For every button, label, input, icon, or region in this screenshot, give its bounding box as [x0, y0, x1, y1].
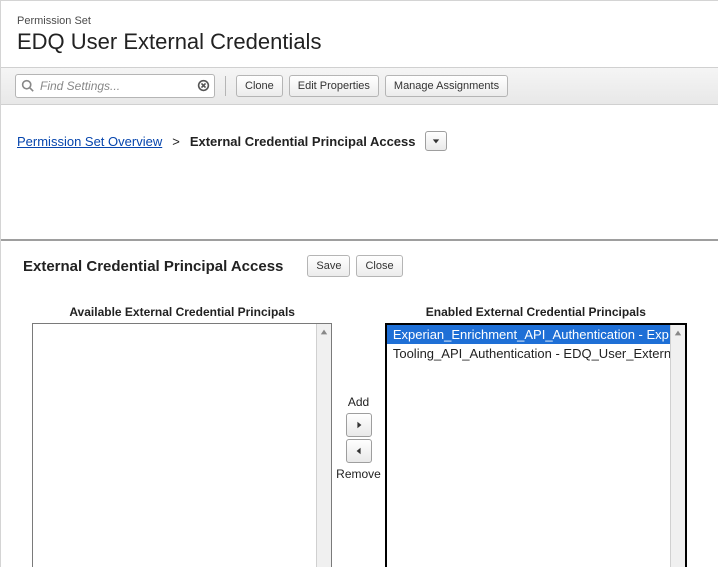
clone-button[interactable]: Clone — [236, 75, 283, 97]
remove-button[interactable] — [346, 439, 372, 463]
panel: External Credential Principal Access Sav… — [1, 239, 718, 567]
available-label: Available External Credential Principals — [69, 305, 295, 319]
breadcrumb: Permission Set Overview > External Crede… — [1, 105, 718, 161]
scrollbar[interactable] — [316, 324, 331, 567]
add-label: Add — [348, 395, 369, 409]
page-title: EDQ User External Credentials — [17, 29, 702, 55]
manage-assignments-button[interactable]: Manage Assignments — [385, 75, 508, 97]
save-button[interactable]: Save — [307, 255, 350, 277]
panel-title: External Credential Principal Access — [23, 258, 283, 275]
clear-icon[interactable] — [197, 79, 210, 92]
edit-properties-button[interactable]: Edit Properties — [289, 75, 379, 97]
scroll-up-icon — [671, 325, 685, 340]
breadcrumb-dropdown-button[interactable] — [425, 131, 447, 151]
breadcrumb-root-link[interactable]: Permission Set Overview — [17, 134, 162, 149]
search-input[interactable] — [15, 74, 215, 98]
search-wrap — [15, 74, 215, 98]
toolbar: Clone Edit Properties Manage Assignments — [1, 67, 718, 105]
list-item[interactable]: Experian_Enrichment_API_Authentication -… — [387, 325, 685, 344]
add-button[interactable] — [346, 413, 372, 437]
breadcrumb-current: External Credential Principal Access — [190, 134, 416, 149]
available-listbox[interactable] — [32, 323, 332, 567]
close-button[interactable]: Close — [356, 255, 402, 277]
dual-list: Available External Credential Principals… — [1, 287, 718, 567]
breadcrumb-separator: > — [172, 134, 180, 149]
remove-label: Remove — [336, 467, 381, 481]
toolbar-divider — [225, 76, 226, 96]
enabled-listbox[interactable]: Experian_Enrichment_API_Authentication -… — [385, 323, 687, 567]
enabled-label: Enabled External Credential Principals — [426, 305, 646, 319]
header-supertitle: Permission Set — [17, 15, 702, 27]
scrollbar[interactable] — [670, 325, 685, 567]
list-item[interactable]: Tooling_API_Authentication - EDQ_User_Ex… — [387, 344, 685, 363]
search-icon — [21, 79, 34, 92]
scroll-up-icon — [317, 324, 331, 339]
